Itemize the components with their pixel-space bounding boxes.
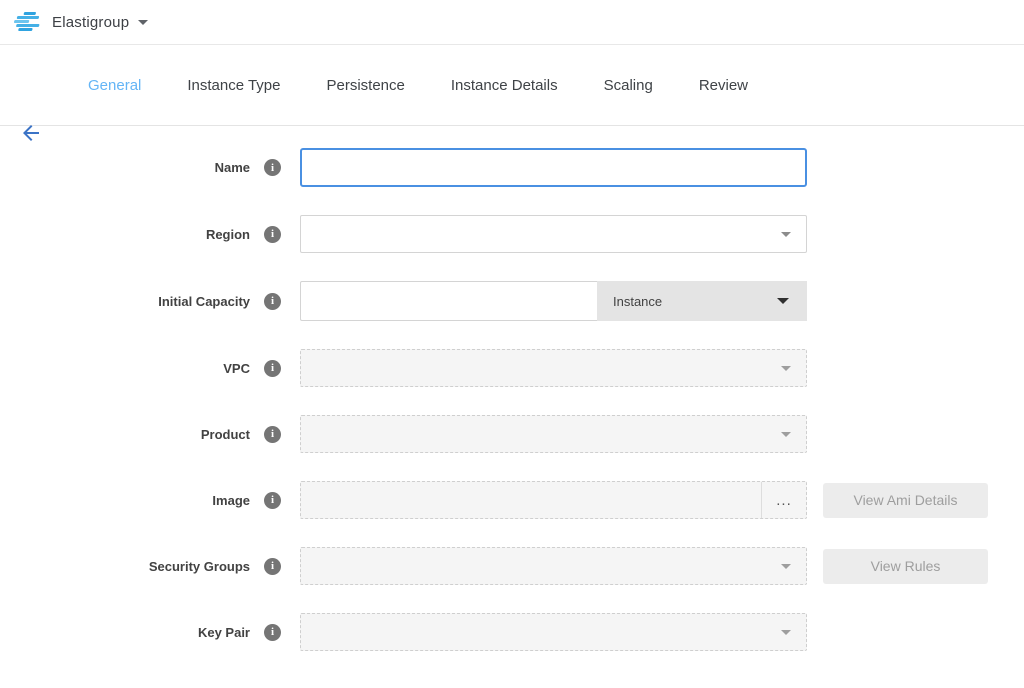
tab-persistence[interactable]: Persistence [327,77,405,94]
form-row-name: Name i [0,148,1024,187]
elastigroup-logo-icon [12,12,44,32]
info-icon[interactable]: i [264,293,281,310]
form-row-security-groups: Security Groups i View Rules [0,547,1024,585]
product-switcher[interactable]: Elastigroup [14,12,148,32]
chevron-down-icon [777,298,789,304]
vpc-select [300,349,807,387]
info-icon[interactable]: i [264,226,281,243]
form-row-key-pair: Key Pair i [0,613,1024,651]
initial-capacity-label: Initial Capacity [0,294,250,309]
tab-review[interactable]: Review [699,77,748,94]
wizard-tab-bar: General Instance Type Persistence Instan… [0,45,1024,126]
tab-instance-type[interactable]: Instance Type [187,77,280,94]
chevron-down-icon [781,232,791,237]
tab-scaling[interactable]: Scaling [604,77,653,94]
info-icon[interactable]: i [264,360,281,377]
info-icon[interactable]: i [264,492,281,509]
chevron-down-icon [781,432,791,437]
form-row-image: Image i ... View Ami Details [0,481,1024,519]
wizard-tabs: General Instance Type Persistence Instan… [88,77,748,94]
image-label: Image [0,493,250,508]
image-input: ... [300,481,807,519]
initial-capacity-input[interactable] [300,281,597,321]
view-ami-details-button: View Ami Details [823,483,988,518]
name-input[interactable] [300,148,807,187]
view-rules-button: View Rules [823,549,988,584]
form-row-initial-capacity: Initial Capacity i Instance [0,281,1024,321]
form-row-vpc: VPC i [0,349,1024,387]
info-icon[interactable]: i [264,624,281,641]
vpc-label: VPC [0,361,250,376]
chevron-down-icon [781,366,791,371]
top-bar: Elastigroup [0,0,1024,45]
chevron-down-icon [781,564,791,569]
capacity-unit-value: Instance [613,294,662,309]
region-select[interactable] [300,215,807,253]
capacity-unit-select[interactable]: Instance [597,281,807,321]
key-pair-label: Key Pair [0,625,250,640]
arrow-left-icon [19,121,43,145]
image-browse-button: ... [761,482,806,518]
chevron-down-icon [781,630,791,635]
region-label: Region [0,227,250,242]
info-icon[interactable]: i [264,426,281,443]
security-groups-label: Security Groups [0,559,250,574]
app-title: Elastigroup [52,14,129,31]
image-value [301,482,761,518]
security-groups-select [300,547,807,585]
name-label: Name [0,160,250,175]
product-label: Product [0,427,250,442]
tab-instance-details[interactable]: Instance Details [451,77,558,94]
product-select [300,415,807,453]
tab-general[interactable]: General [88,77,141,94]
general-form: Name i Region i Initial Capacity i Insta… [0,148,1024,651]
form-row-product: Product i [0,415,1024,453]
key-pair-select [300,613,807,651]
chevron-down-icon [138,20,148,25]
form-row-region: Region i [0,215,1024,253]
info-icon[interactable]: i [264,558,281,575]
back-button[interactable] [19,121,43,145]
info-icon[interactable]: i [264,159,281,176]
